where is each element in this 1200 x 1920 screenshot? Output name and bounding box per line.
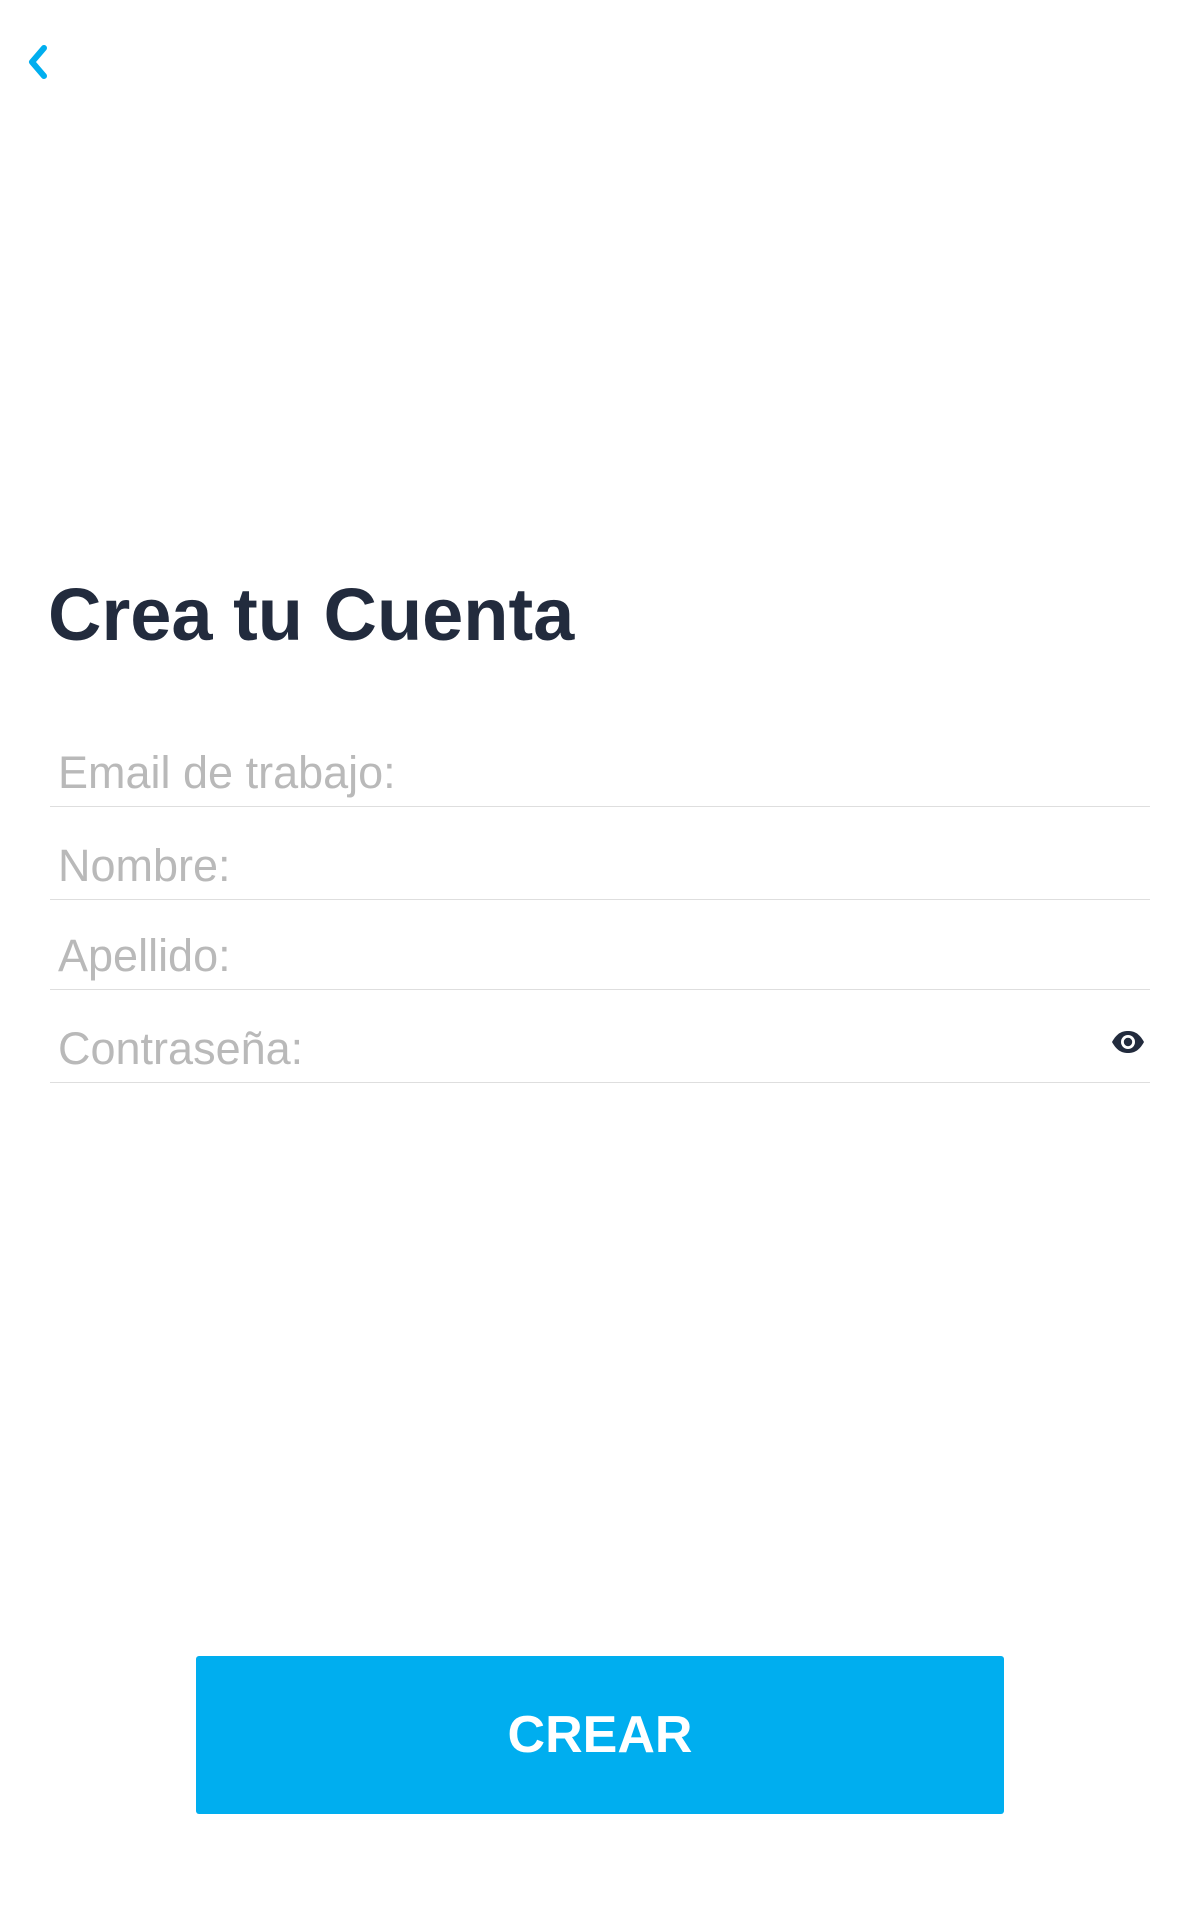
page-title: Crea tu Cuenta [48, 573, 575, 656]
back-button[interactable] [18, 38, 58, 90]
apellido-input[interactable] [50, 923, 1150, 989]
password-visibility-toggle[interactable] [1108, 1024, 1148, 1064]
eye-icon [1110, 1030, 1146, 1059]
email-input[interactable] [50, 740, 1150, 806]
password-field-container [50, 1016, 1150, 1083]
password-input[interactable] [50, 1016, 1150, 1082]
nombre-field-container [50, 833, 1150, 900]
nombre-input[interactable] [50, 833, 1150, 899]
chevron-left-icon [26, 42, 50, 87]
apellido-field-container [50, 923, 1150, 990]
email-field-container [50, 740, 1150, 807]
create-button[interactable]: CREAR [196, 1656, 1004, 1814]
